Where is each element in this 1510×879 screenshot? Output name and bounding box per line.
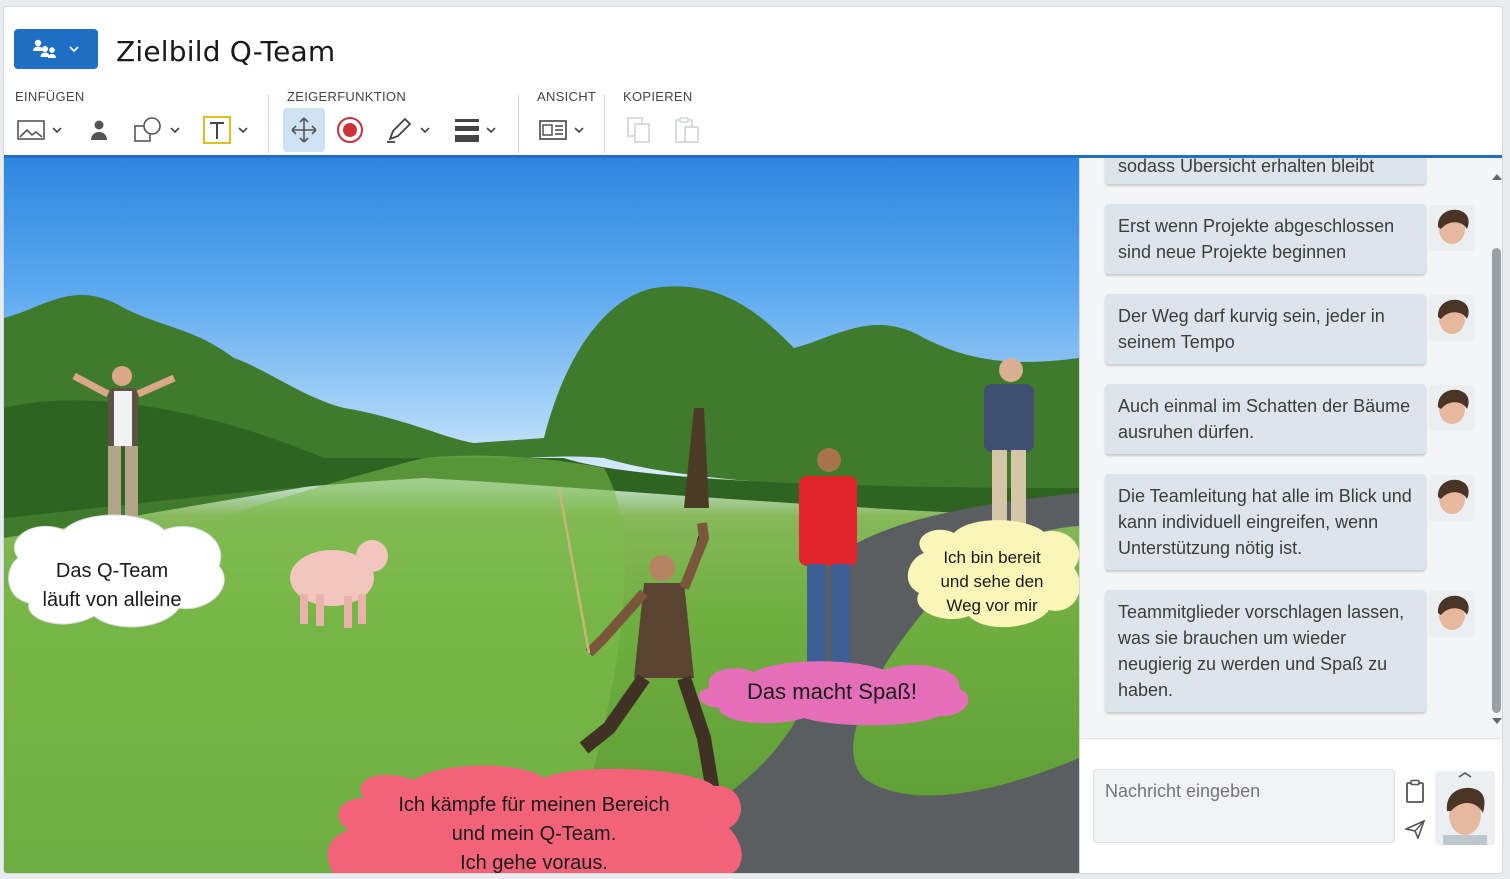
chevron-down-icon [170, 127, 180, 134]
move-tool-button[interactable] [283, 108, 325, 152]
users-hierarchy-icon [33, 39, 56, 58]
chat-panel: sodass Übersicht erhalten bleibt Erst we… [1079, 158, 1502, 873]
chat-message-text: Teammitglieder vorschlagen lassen, was s… [1118, 602, 1405, 700]
chevron-down-icon [420, 127, 430, 134]
chevron-down-icon [52, 127, 62, 134]
chat-message: Auch einmal im Schatten der Bäume ausruh… [1105, 384, 1426, 454]
chat-message-text: sodass Übersicht erhalten bleibt [1118, 158, 1375, 176]
user-avatar-icon [1435, 771, 1495, 845]
canvas-scene: Das Q-Team läuft von alleine Ich bin ber… [4, 286, 1079, 875]
line-style-button[interactable] [454, 108, 498, 152]
group-label-view: ANSICHT [537, 89, 597, 104]
user-avatar-icon [1429, 591, 1475, 637]
clipboard-button[interactable] [1405, 779, 1425, 808]
paste-icon [675, 117, 699, 143]
avatar[interactable] [1429, 295, 1475, 341]
clipboard-icon [1406, 779, 1424, 803]
avatar[interactable] [1429, 205, 1475, 251]
speech-bubble-2-line-1: Ich bin bereit [943, 548, 1041, 567]
chevron-down-icon [69, 46, 79, 53]
chat-message: Teammitglieder vorschlagen lassen, was s… [1105, 590, 1426, 712]
app-menu-button[interactable] [14, 29, 98, 69]
chat-message-text: Die Teamleitung hat alle im Blick und ka… [1118, 486, 1412, 558]
move-arrows-icon [291, 117, 317, 143]
chat-message: sodass Übersicht erhalten bleibt [1105, 158, 1426, 184]
avatar[interactable] [1429, 385, 1475, 431]
chat-message: Die Teamleitung hat alle im Blick und ka… [1105, 474, 1426, 570]
toolbar-divider [268, 95, 269, 153]
chat-message-list[interactable]: sodass Übersicht erhalten bleibt Erst we… [1080, 158, 1490, 738]
user-avatar-icon [1429, 475, 1475, 521]
group-label-insert: EINFÜGEN [15, 89, 85, 104]
chat-message-text: Auch einmal im Schatten der Bäume ausruh… [1118, 396, 1411, 442]
shapes-icon [134, 117, 161, 142]
copy-icon [627, 117, 650, 143]
chat-message-text: Erst wenn Projekte abgeschlossen sind ne… [1118, 216, 1395, 262]
person-icon [91, 120, 107, 140]
speech-bubble-4-line-2: und mein Q-Team. [452, 823, 617, 845]
paste-button[interactable] [672, 108, 702, 152]
view-mode-button[interactable] [538, 108, 586, 152]
presentation-view-icon [539, 120, 567, 140]
group-label-copy: KOPIEREN [623, 89, 693, 104]
laser-pointer-button[interactable] [336, 108, 364, 152]
chat-message: Erst wenn Projekte abgeschlossen sind ne… [1105, 204, 1426, 274]
line-weight-icon [455, 119, 479, 142]
chevron-down-icon [574, 127, 584, 134]
chevron-down-icon [486, 127, 496, 134]
user-avatar-icon [1429, 295, 1475, 341]
chat-input-area [1080, 738, 1502, 873]
send-icon [1403, 819, 1426, 841]
speech-bubble-3[interactable]: Das macht Spaß! [698, 661, 969, 726]
insert-person-button[interactable] [88, 108, 110, 152]
copy-button[interactable] [624, 108, 654, 152]
toolbar-divider [518, 95, 519, 153]
insert-shape-button[interactable] [132, 108, 182, 152]
speech-bubble-4-line-3: Ich gehe voraus. [460, 852, 608, 874]
insert-text-button[interactable] [202, 108, 250, 152]
whiteboard-window: Zielbild Q-Team EINFÜGEN ZEIGERFUNKTION … [3, 6, 1503, 874]
speech-bubble-1-line-1: Das Q-Team [56, 560, 168, 582]
toolbar-divider [604, 95, 605, 153]
avatar[interactable] [1429, 475, 1475, 521]
group-label-pointer: ZEIGERFUNKTION [287, 89, 407, 104]
chat-message-text: Der Weg darf kurvig sein, jeder in seine… [1118, 306, 1385, 352]
speech-bubble-2-line-3: Weg vor mir [946, 596, 1038, 615]
speech-bubble-4-line-1: Ich kämpfe für meinen Bereich [398, 794, 669, 816]
whiteboard-canvas[interactable]: Das Q-Team läuft von alleine Ich bin ber… [4, 158, 1079, 875]
target-icon [337, 117, 363, 143]
insert-image-button[interactable] [16, 108, 64, 152]
text-icon [203, 116, 231, 144]
pen-icon [387, 117, 412, 143]
current-user-avatar[interactable] [1435, 771, 1495, 845]
chat-message: Der Weg darf kurvig sein, jeder in seine… [1105, 294, 1426, 364]
user-avatar-icon [1429, 205, 1475, 251]
pen-tool-button[interactable] [384, 108, 432, 152]
user-avatar-icon [1429, 385, 1475, 431]
speech-bubble-3-line-1: Das macht Spaß! [747, 679, 917, 704]
chevron-down-icon [238, 127, 248, 134]
send-button[interactable] [1403, 819, 1426, 844]
image-icon [17, 120, 45, 140]
speech-bubble-1-line-2: läuft von alleine [43, 589, 182, 611]
speech-bubble-2-line-2: und sehe den [940, 572, 1043, 591]
chat-scrollbar-thumb[interactable] [1492, 248, 1501, 713]
message-input[interactable] [1093, 769, 1395, 843]
page-title: Zielbild Q-Team [116, 35, 336, 68]
speech-bubble-2[interactable]: Ich bin bereit und sehe den Weg vor mir [907, 520, 1079, 627]
avatar[interactable] [1429, 591, 1475, 637]
speech-bubble-4[interactable]: Ich kämpfe für meinen Bereich und mein Q… [327, 765, 742, 875]
